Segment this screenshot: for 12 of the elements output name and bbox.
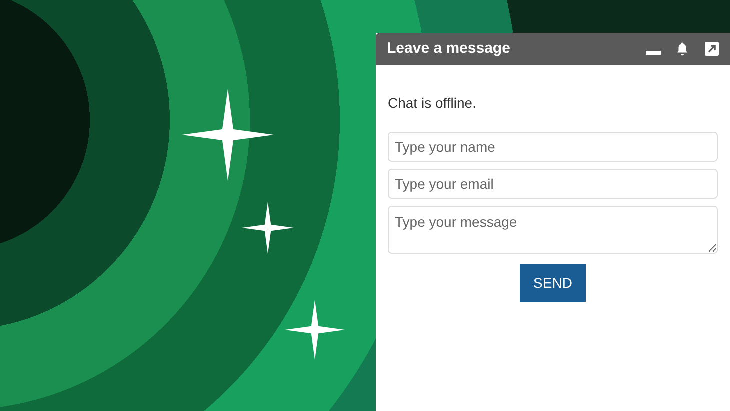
- popout-icon[interactable]: [705, 42, 719, 56]
- offline-message: Chat is offline.: [388, 94, 478, 113]
- chat-title: Leave a message: [387, 38, 512, 59]
- sparkle-icon: [242, 202, 294, 254]
- input-field[interactable]: Type your email: [388, 169, 718, 199]
- input-field[interactable]: Type your name: [388, 132, 718, 162]
- message-field[interactable]: Type your message: [388, 206, 718, 254]
- send-button[interactable]: SEND: [520, 264, 586, 302]
- sparkle-icon: [285, 300, 345, 360]
- sparkle-icon: [182, 89, 274, 181]
- minimize-icon: [646, 51, 660, 55]
- bell-icon[interactable]: [675, 41, 690, 57]
